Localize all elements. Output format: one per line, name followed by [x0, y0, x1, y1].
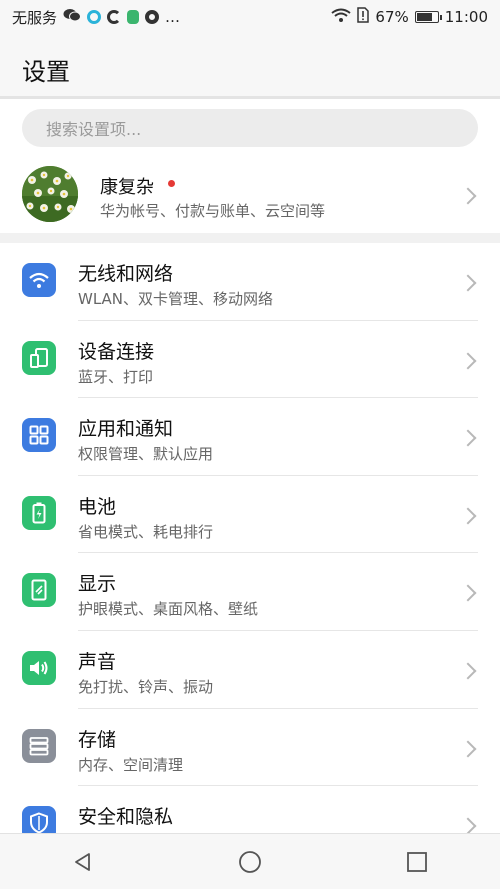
settings-item-title: 应用和通知 [78, 418, 174, 441]
device-connect-icon [22, 340, 56, 375]
avatar [22, 166, 78, 222]
settings-item-sound[interactable]: 声音 免打扰、铃声、振动 [0, 631, 500, 709]
battery-percent: 67% [375, 8, 409, 26]
chevron-right-icon [459, 584, 477, 602]
settings-item-device-connection[interactable]: 设备连接 蓝牙、打印 [0, 321, 500, 399]
settings-item-subtitle: 护眼模式、桌面风格、壁纸 [78, 600, 259, 619]
settings-item-title: 安全和隐私 [78, 806, 174, 829]
settings-item-subtitle: 免打扰、铃声、振动 [78, 677, 214, 696]
wifi-icon [22, 263, 56, 297]
notification-dot [168, 180, 175, 187]
settings-item-display[interactable]: 显示 护眼模式、桌面风格、壁纸 [0, 553, 500, 631]
settings-list: 无线和网络 WLAN、双卡管理、移动网络 设备连接 蓝牙、打印 应用和通知 权限… [0, 243, 500, 864]
battery-icon [22, 495, 56, 530]
apps-icon [22, 418, 56, 453]
chevron-right-icon [459, 352, 477, 370]
section-divider [0, 233, 500, 243]
chevron-right-icon [459, 507, 477, 525]
settings-item-title: 声音 [78, 650, 117, 673]
storage-icon [22, 728, 56, 763]
home-circle-icon [239, 850, 261, 873]
recents-square-icon [406, 851, 427, 872]
sync-icon [107, 10, 122, 24]
settings-item-title: 设备连接 [78, 340, 155, 363]
search-input[interactable]: 搜索设置项... [22, 109, 478, 147]
sim-alert-icon [357, 7, 370, 27]
carrier-text: 无服务 [12, 8, 58, 27]
record-icon [145, 10, 160, 24]
wifi-signal-icon [331, 8, 352, 26]
account-name: 康复杂 [100, 177, 154, 198]
settings-item-title: 显示 [78, 573, 117, 596]
account-subtitle: 华为帐号、付款与账单、云空间等 [100, 202, 326, 220]
clock: 11:00 [444, 8, 488, 26]
app-badge-icon [127, 10, 140, 24]
back-triangle-icon [75, 852, 91, 871]
status-bar: 无服务 … 67% 11:00 [0, 0, 500, 34]
page-title: 设置 [22, 58, 70, 86]
sound-icon [22, 650, 56, 685]
home-button[interactable] [220, 842, 280, 882]
chevron-right-icon [459, 740, 477, 758]
settings-item-subtitle: WLAN、双卡管理、移动网络 [78, 290, 274, 308]
settings-item-storage[interactable]: 存储 内存、空间清理 [0, 709, 500, 787]
status-left: 无服务 … [12, 7, 180, 28]
settings-item-subtitle: 省电模式、耗电排行 [78, 522, 214, 541]
settings-item-subtitle: 内存、空间清理 [78, 755, 184, 774]
chevron-right-icon [459, 187, 477, 205]
search-placeholder: 搜索设置项... [46, 120, 142, 139]
battery-status-icon [414, 11, 442, 23]
battery-level-fill [416, 13, 432, 21]
chevron-right-icon [459, 429, 477, 447]
settings-item-apps-notifications[interactable]: 应用和通知 权限管理、默认应用 [0, 398, 500, 476]
settings-item-title: 电池 [78, 495, 117, 518]
navigation-bar [0, 833, 500, 889]
wechat-icon [63, 8, 82, 26]
app-notification-icon [87, 10, 102, 24]
settings-item-battery[interactable]: 电池 省电模式、耗电排行 [0, 476, 500, 554]
settings-item-wireless[interactable]: 无线和网络 WLAN、双卡管理、移动网络 [0, 243, 500, 321]
status-right: 67% 11:00 [331, 7, 488, 27]
back-button[interactable] [53, 842, 113, 882]
display-icon [22, 573, 56, 608]
chevron-right-icon [459, 662, 477, 680]
settings-item-title: 存储 [78, 728, 117, 751]
account-row[interactable]: 康复杂 华为帐号、付款与账单、云空间等 [0, 160, 500, 232]
settings-item-subtitle: 蓝牙、打印 [78, 367, 154, 386]
settings-item-title: 无线和网络 [78, 263, 174, 285]
settings-item-subtitle: 权限管理、默认应用 [78, 445, 214, 464]
header-divider [0, 96, 500, 99]
recents-button[interactable] [387, 842, 447, 882]
more-notifications-icon: … [165, 8, 181, 26]
header: 设置 [0, 34, 500, 98]
chevron-right-icon [459, 274, 477, 292]
